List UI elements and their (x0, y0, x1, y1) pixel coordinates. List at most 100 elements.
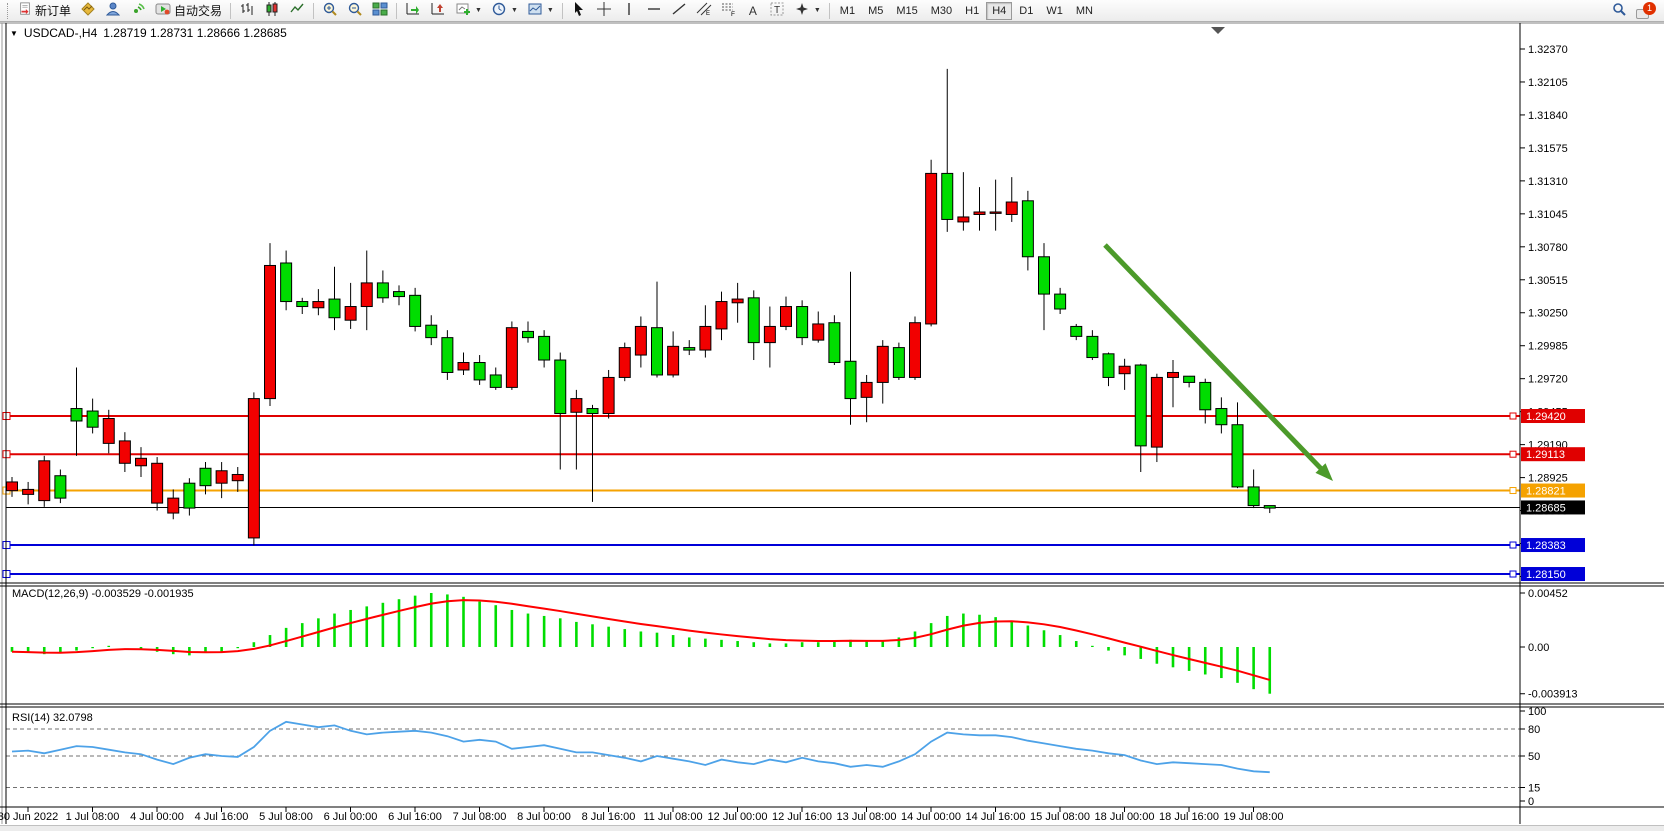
price-tag-label: 1.28383 (1526, 540, 1566, 552)
autotrading-button[interactable]: 自动交易 (151, 1, 226, 21)
candle (1006, 202, 1017, 214)
cursor-button[interactable] (567, 1, 591, 21)
timeframe-button-M15[interactable]: M15 (890, 2, 923, 20)
zoom-in-button[interactable] (318, 1, 342, 21)
zoom-out-button[interactable] (343, 1, 367, 21)
candle (635, 326, 646, 355)
bar-chart-button[interactable] (235, 1, 259, 21)
arrows-icon (794, 1, 810, 20)
arrows-button[interactable]: ▼ (790, 1, 825, 21)
time-axis-label: 18 Jul 16:00 (1159, 811, 1219, 823)
chart-canvas[interactable]: 1.323701.321051.318401.315751.313101.310… (0, 0, 1664, 831)
notifications-button[interactable]: 1 (1632, 1, 1660, 21)
candle (377, 283, 388, 298)
signal-button[interactable] (126, 1, 150, 21)
candlestick-chart-button[interactable] (260, 1, 284, 21)
time-axis-label: 11 Jul 08:00 (643, 811, 702, 823)
auto-scroll-button[interactable] (401, 1, 425, 21)
candle (103, 418, 114, 443)
line-anchor-right[interactable] (1510, 542, 1516, 548)
candle (87, 411, 98, 427)
time-axis-label: 30 Jun 2022 (0, 811, 58, 823)
chevron-down-icon: ▼ (814, 7, 821, 14)
candle (1248, 487, 1259, 506)
data-window-button[interactable] (101, 1, 125, 21)
price-axis-tick-label: 1.32105 (1528, 77, 1568, 89)
timeframe-button-M5[interactable]: M5 (862, 2, 889, 20)
chevron-down-icon: ▼ (475, 7, 482, 14)
chart-shift-button[interactable] (426, 1, 450, 21)
equidistant-channel-button[interactable]: E (692, 1, 716, 21)
autotrading-icon (155, 1, 171, 20)
time-axis-label: 6 Jul 16:00 (388, 811, 442, 823)
timeframe-button-M1[interactable]: M1 (834, 2, 861, 20)
rsi-label: RSI(14) 32.0798 (12, 712, 93, 724)
timeframe-button-H1[interactable]: H1 (959, 2, 985, 20)
timeframe-button-MN[interactable]: MN (1070, 2, 1099, 20)
toolbar-separator (230, 3, 231, 19)
candle (281, 263, 292, 302)
text-button[interactable]: A (742, 1, 764, 21)
line-chart-icon (289, 1, 305, 20)
candle (1087, 336, 1098, 357)
line-chart-button[interactable] (285, 1, 309, 21)
candle (345, 307, 356, 321)
search-button[interactable] (1607, 1, 1631, 21)
line-anchor-right[interactable] (1510, 571, 1516, 577)
price-axis-tick-label: 1.28925 (1528, 473, 1568, 485)
candle (813, 324, 824, 340)
horizontal-line-button[interactable] (642, 1, 666, 21)
candle (1151, 377, 1162, 447)
time-axis-label: 12 Jul 00:00 (708, 811, 768, 823)
candle (297, 302, 308, 307)
chart-shift-marker[interactable] (1211, 27, 1225, 34)
vertical-line-button[interactable] (617, 1, 641, 21)
candle (442, 338, 453, 373)
toolbar-separator (562, 3, 563, 19)
timeframe-button-W1[interactable]: W1 (1040, 2, 1069, 20)
fibonacci-button[interactable]: F (717, 1, 741, 21)
candle (1071, 326, 1082, 336)
line-anchor-right[interactable] (1510, 451, 1516, 457)
templates-icon (527, 1, 543, 20)
candlestick-chart-icon (264, 1, 280, 20)
horizontal-scrollbar[interactable] (0, 825, 1664, 831)
candle (313, 302, 324, 308)
market-watch-button[interactable] (76, 1, 100, 21)
trendline-button[interactable] (667, 1, 691, 21)
line-anchor-right[interactable] (1510, 413, 1516, 419)
candle (845, 361, 856, 398)
rsi-axis-label: 50 (1528, 751, 1540, 763)
time-axis-label: 8 Jul 00:00 (517, 811, 571, 823)
candle (974, 212, 985, 214)
candle (200, 468, 211, 485)
new-chart-button[interactable]: ▼ (451, 1, 486, 21)
timeframe-button-M30[interactable]: M30 (925, 2, 958, 20)
crosshair-button[interactable] (592, 1, 616, 21)
rsi-axis-label: 80 (1528, 724, 1540, 736)
tile-windows-button[interactable] (368, 1, 392, 21)
chevron-down-icon[interactable]: ▼ (10, 29, 18, 38)
text-label-button[interactable]: T (765, 1, 789, 21)
candle (748, 298, 759, 343)
candle (394, 292, 405, 297)
candle (684, 348, 695, 350)
candle (490, 375, 501, 387)
templates-button[interactable]: ▼ (523, 1, 558, 21)
periods-button[interactable]: ▼ (487, 1, 522, 21)
svg-text:T: T (774, 5, 780, 16)
candle (652, 328, 663, 375)
autotrading-label: 自动交易 (174, 2, 222, 19)
tile-windows-icon (372, 1, 388, 20)
candle (1216, 409, 1227, 425)
candle (232, 474, 243, 480)
candle (39, 461, 50, 501)
timeframe-button-H4[interactable]: H4 (986, 2, 1012, 20)
timeframe-button-D1[interactable]: D1 (1013, 2, 1039, 20)
price-axis-tick-label: 1.30515 (1528, 275, 1568, 287)
text-label-icon: T (769, 1, 785, 20)
toolbar-grip[interactable] (7, 3, 10, 19)
line-anchor-right[interactable] (1510, 488, 1516, 494)
price-tag-label: 1.28821 (1526, 486, 1566, 498)
new-order-button[interactable]: 新订单 (14, 1, 75, 21)
